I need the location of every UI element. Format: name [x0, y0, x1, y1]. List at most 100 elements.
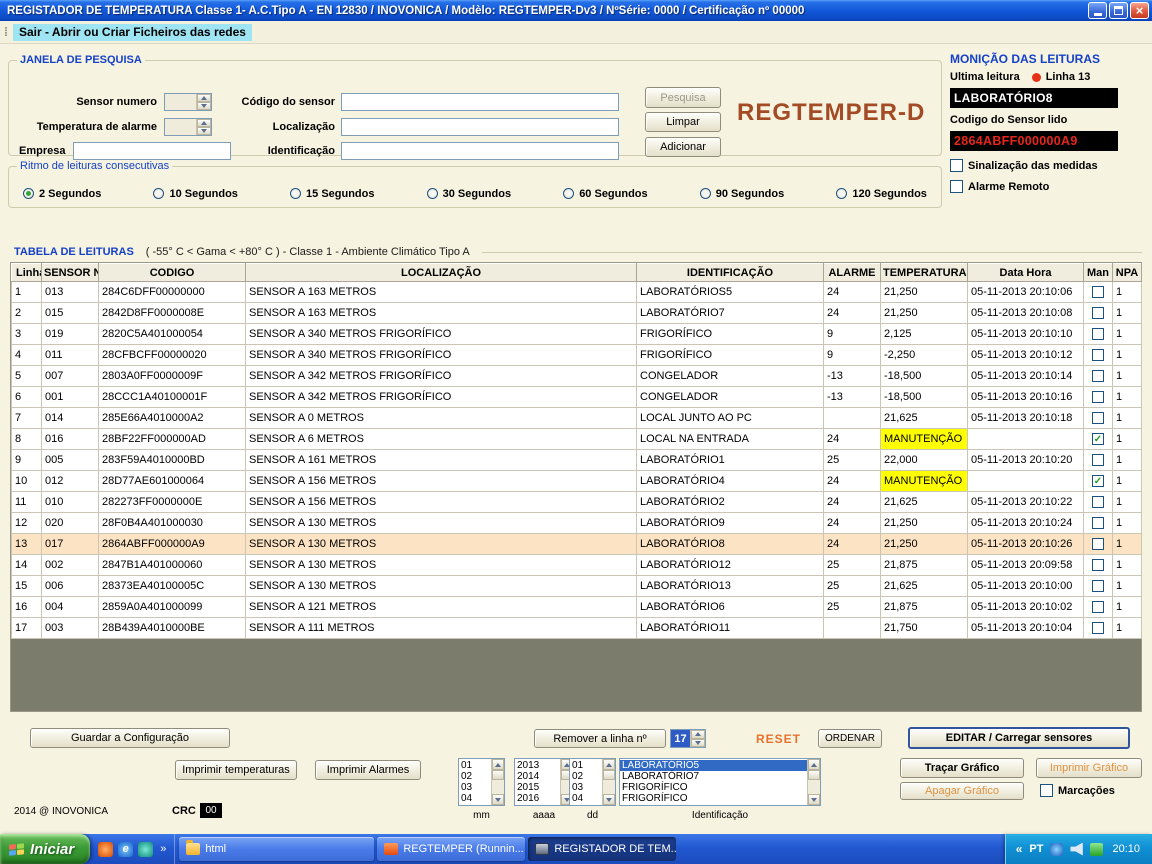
ordenar-button[interactable]: ORDENAR	[818, 729, 882, 748]
sinalizacao-checkbox[interactable]: Sinalização das medidas	[950, 159, 1148, 172]
table-row[interactable]: 1001228D77AE601000064SENSOR A 156 METROS…	[12, 471, 1142, 492]
reset-label[interactable]: RESET	[756, 732, 801, 746]
rhythm-option[interactable]: 10 Segundos	[153, 188, 237, 200]
list-item[interactable]: 2013	[515, 760, 560, 771]
scroll-down-icon[interactable]	[492, 794, 504, 805]
list-mm[interactable]: 01020304	[458, 758, 505, 806]
language-indicator[interactable]: PT	[1029, 843, 1043, 855]
table-row[interactable]: 401128CFBCFF00000020SENSOR A 340 METROS …	[12, 345, 1142, 366]
column-header[interactable]: Linha	[12, 264, 42, 282]
man-checkbox[interactable]	[1092, 391, 1104, 403]
list-item[interactable]: 01	[570, 760, 602, 771]
list-item[interactable]: 01	[459, 760, 491, 771]
codigo-sensor-input[interactable]	[341, 93, 619, 111]
man-checkbox[interactable]	[1092, 412, 1104, 424]
quick-launch-overflow-icon[interactable]: »	[160, 843, 166, 855]
start-button[interactable]: Iniciar	[0, 834, 90, 864]
column-header[interactable]: SENSOR Nº	[42, 264, 99, 282]
list-item[interactable]: LABORATÓRIO7	[620, 771, 807, 782]
spin-down-icon[interactable]	[691, 739, 705, 748]
scroll-down-icon[interactable]	[808, 794, 820, 805]
man-checkbox[interactable]	[1092, 517, 1104, 529]
man-checkbox[interactable]	[1092, 538, 1104, 550]
list-item[interactable]: 02	[459, 771, 491, 782]
table-row[interactable]: 20152842D8FF0000008ESENSOR A 163 METROSL…	[12, 303, 1142, 324]
imprimir-temperaturas-button[interactable]: Imprimir temperaturas	[175, 760, 297, 780]
list-aaaa[interactable]: 2013201420152016	[514, 758, 574, 806]
scroll-up-icon[interactable]	[808, 759, 820, 770]
list-item[interactable]: 2015	[515, 782, 560, 793]
tracar-grafico-button[interactable]: Traçar Gráfico	[900, 758, 1024, 778]
table-row[interactable]: 7014285E66A4010000A2SENSOR A 0 METROSLOC…	[12, 408, 1142, 429]
scroll-up-icon[interactable]	[492, 759, 504, 770]
apagar-grafico-button[interactable]: Apagar Gráfico	[900, 782, 1024, 800]
column-header[interactable]: NPA	[1113, 264, 1142, 282]
table-row[interactable]: 801628BF22FF000000ADSENSOR A 6 METROSLOC…	[12, 429, 1142, 450]
list-item[interactable]: 04	[459, 793, 491, 804]
column-header[interactable]: CODIGO	[99, 264, 246, 282]
linha-number-spinner[interactable]: 17	[670, 729, 706, 748]
man-checkbox[interactable]: ✓	[1092, 475, 1104, 487]
man-checkbox[interactable]	[1092, 328, 1104, 340]
man-checkbox[interactable]	[1092, 286, 1104, 298]
rhythm-option[interactable]: 15 Segundos	[290, 188, 374, 200]
column-header[interactable]: TEMPERATURA	[881, 264, 968, 282]
table-row[interactable]: 11010282273FF0000000ESENSOR A 156 METROS…	[12, 492, 1142, 513]
quick-launch-app-icon-2[interactable]	[138, 842, 153, 857]
list-item[interactable]: 04	[570, 793, 602, 804]
list-item[interactable]: 2014	[515, 771, 560, 782]
security-tray-icon[interactable]	[1050, 843, 1063, 856]
network-tray-icon[interactable]	[1090, 843, 1103, 856]
man-checkbox[interactable]	[1092, 307, 1104, 319]
column-header[interactable]: IDENTIFICAÇÃO	[637, 264, 824, 282]
man-checkbox[interactable]	[1092, 580, 1104, 592]
list-item[interactable]: 03	[459, 782, 491, 793]
alarme-remoto-checkbox[interactable]: Alarme Remoto	[950, 180, 1148, 193]
maximize-button[interactable]	[1109, 2, 1128, 19]
man-checkbox[interactable]	[1092, 349, 1104, 361]
tray-collapse-icon[interactable]: «	[1016, 842, 1023, 856]
column-header[interactable]: Man	[1084, 264, 1113, 282]
rhythm-option[interactable]: 2 Segundos	[23, 188, 101, 200]
rhythm-option[interactable]: 120 Segundos	[836, 188, 927, 200]
table-row[interactable]: 130172864ABFF000000A9SENSOR A 130 METROS…	[12, 534, 1142, 555]
list-item[interactable]: 03	[570, 782, 602, 793]
man-checkbox[interactable]	[1092, 559, 1104, 571]
taskbar-task[interactable]: REGISTADOR DE TEM...	[528, 837, 676, 861]
man-checkbox[interactable]	[1092, 601, 1104, 613]
taskbar-task[interactable]: REGTEMPER (Runnin...	[377, 837, 525, 861]
localizacao-input[interactable]	[341, 118, 619, 136]
list-identificacao[interactable]: LABORATÓRIO5LABORATÓRIO7FRIGORÍFICOFRIGO…	[619, 758, 821, 806]
table-row[interactable]: 50072803A0FF0000009FSENSOR A 342 METROS …	[12, 366, 1142, 387]
imprimir-grafico-button[interactable]: Imprimir Gráfico	[1036, 758, 1142, 778]
scroll-thumb[interactable]	[603, 770, 615, 780]
table-row[interactable]: 1500628373EA40100005CSENSOR A 130 METROS…	[12, 576, 1142, 597]
quick-launch-app-icon[interactable]	[98, 842, 113, 857]
limpar-button[interactable]: Limpar	[645, 112, 721, 132]
column-header[interactable]: Data Hora	[968, 264, 1084, 282]
table-row[interactable]: 160042859A0A401000099SENSOR A 121 METROS…	[12, 597, 1142, 618]
guardar-configuracao-button[interactable]: Guardar a Configuração	[30, 728, 230, 748]
table-row[interactable]: 600128CCC1A40100001FSENSOR A 342 METROS …	[12, 387, 1142, 408]
adicionar-button[interactable]: Adicionar	[645, 137, 721, 157]
man-checkbox[interactable]: ✓	[1092, 433, 1104, 445]
imprimir-alarmes-button[interactable]: Imprimir Alarmes	[315, 760, 421, 780]
scrollbar[interactable]	[602, 759, 615, 805]
column-header[interactable]: ALARME	[824, 264, 881, 282]
marcacoes-checkbox[interactable]: Marcações	[1040, 784, 1115, 797]
rhythm-option[interactable]: 30 Segundos	[427, 188, 511, 200]
rhythm-option[interactable]: 60 Segundos	[563, 188, 647, 200]
list-dd[interactable]: 01020304	[569, 758, 616, 806]
list-item[interactable]: LABORATÓRIO5	[620, 760, 807, 771]
rhythm-option[interactable]: 90 Segundos	[700, 188, 784, 200]
list-item[interactable]: 02	[570, 771, 602, 782]
man-checkbox[interactable]	[1092, 454, 1104, 466]
scrollbar[interactable]	[491, 759, 504, 805]
man-checkbox[interactable]	[1092, 370, 1104, 382]
taskbar-task[interactable]: html	[179, 837, 374, 861]
scroll-thumb[interactable]	[492, 770, 504, 780]
remover-linha-button[interactable]: Remover a linha nº	[534, 729, 666, 748]
volume-tray-icon[interactable]	[1070, 843, 1083, 856]
menu-item-sair[interactable]: Sair - Abrir ou Criar Ficheiros das rede…	[13, 24, 252, 41]
man-checkbox[interactable]	[1092, 622, 1104, 634]
